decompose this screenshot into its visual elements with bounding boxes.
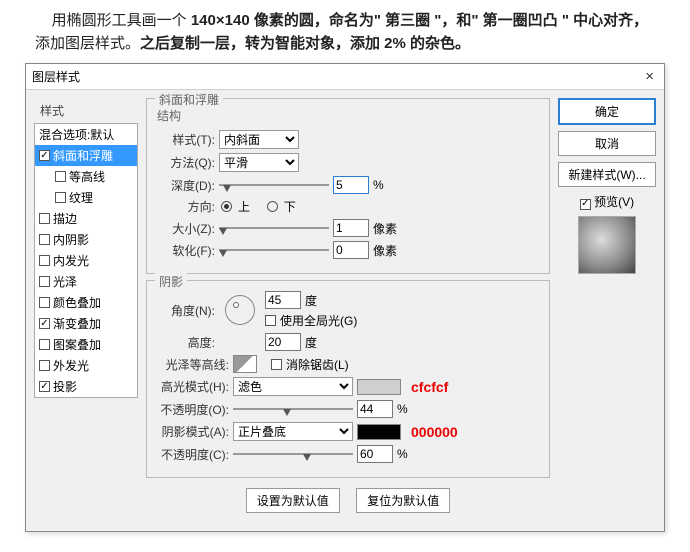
bevel-group: 斜面和浮雕 结构 样式(T):内斜面 方法(Q):平滑 深度(D):% 方向:上… (146, 98, 550, 274)
shading-group: 阴影 角度(N): 度 使用全局光(G) 高度:度 光泽等高线:消除锯齿(L) … (146, 280, 550, 478)
depth-label: 深度(D): (157, 177, 215, 194)
inner-glow[interactable]: 内发光 (35, 250, 137, 271)
gradient-overlay-checkbox[interactable] (39, 318, 50, 329)
dir-up-radio[interactable] (221, 201, 232, 212)
antialias-checkbox[interactable] (271, 359, 282, 370)
angle-dial[interactable] (225, 295, 255, 325)
direction-label: 方向: (157, 198, 215, 215)
structure-label: 结构 (157, 107, 539, 124)
soften-slider[interactable] (219, 244, 329, 256)
dir-down-radio[interactable] (267, 201, 278, 212)
highlight-opacity-slider[interactable] (233, 403, 353, 415)
shadow-color-swatch[interactable] (357, 424, 401, 440)
bevel-group-title: 斜面和浮雕 (155, 91, 223, 108)
shadow-mode-label: 阴影模式(A): (157, 423, 229, 440)
highlight-opacity-label: 不透明度(O): (157, 401, 229, 418)
stroke[interactable]: 描边 (35, 208, 137, 229)
angle-label: 角度(N): (157, 302, 215, 319)
gloss-contour-picker[interactable] (233, 355, 257, 373)
inner-shadow[interactable]: 内阴影 (35, 229, 137, 250)
reset-default-button[interactable]: 复位为默认值 (356, 488, 450, 513)
bevel-checkbox[interactable] (39, 150, 50, 161)
shadow-opacity-slider[interactable] (233, 448, 353, 460)
drop-shadow[interactable]: 投影 (35, 376, 137, 397)
altitude-label: 高度: (157, 334, 215, 351)
highlight-color-swatch[interactable] (357, 379, 401, 395)
shadow-opacity-input[interactable] (357, 445, 393, 463)
soften-input[interactable] (333, 241, 369, 259)
ok-button[interactable]: 确定 (558, 98, 656, 125)
instr-b2: 之后复制一层，转为智能对象，添加 2% 的杂色。 (140, 35, 470, 52)
preview-thumbnail (578, 216, 636, 274)
inner-glow-checkbox[interactable] (39, 255, 50, 266)
satin-checkbox[interactable] (39, 276, 50, 287)
instr-b1: 140×140 像素的圆，命名为" 第三圈 "，和" 第一圈凹凸 " 中心对齐， (191, 12, 648, 29)
contour-checkbox[interactable] (55, 171, 66, 182)
shadow-mode-select[interactable]: 正片叠底 (233, 422, 353, 441)
bevel-emboss[interactable]: 斜面和浮雕 (35, 145, 137, 166)
size-slider[interactable] (219, 222, 329, 234)
dialog-title: 图层样式 (32, 68, 641, 85)
instr-t2: 添加图层样式。 (35, 35, 140, 52)
highlight-mode-select[interactable]: 滤色 (233, 377, 353, 396)
highlight-annot: cfcfcf (411, 379, 448, 395)
make-default-button[interactable]: 设置为默认值 (246, 488, 340, 513)
blend-options[interactable]: 混合选项:默认 (35, 124, 137, 145)
size-label: 大小(Z): (157, 220, 215, 237)
outer-glow[interactable]: 外发光 (35, 355, 137, 376)
inner-shadow-checkbox[interactable] (39, 234, 50, 245)
preview-checkbox[interactable] (580, 199, 591, 210)
global-light-checkbox[interactable] (265, 315, 276, 326)
shadow-annot: 000000 (411, 424, 458, 440)
titlebar[interactable]: 图层样式 × (26, 64, 664, 90)
texture-checkbox[interactable] (55, 192, 66, 203)
highlight-mode-label: 高光模式(H): (157, 378, 229, 395)
drop-shadow-checkbox[interactable] (39, 381, 50, 392)
pattern-overlay-checkbox[interactable] (39, 339, 50, 350)
pattern-overlay[interactable]: 图案叠加 (35, 334, 137, 355)
gloss-contour-label: 光泽等高线: (157, 356, 229, 373)
depth-slider[interactable] (219, 179, 329, 191)
cancel-button[interactable]: 取消 (558, 131, 656, 156)
satin[interactable]: 光泽 (35, 271, 137, 292)
outer-glow-checkbox[interactable] (39, 360, 50, 371)
color-overlay[interactable]: 颜色叠加 (35, 292, 137, 313)
highlight-opacity-input[interactable] (357, 400, 393, 418)
styles-header: 样式 (34, 98, 138, 123)
altitude-input[interactable] (265, 333, 301, 351)
technique-label: 方法(Q): (157, 154, 215, 171)
color-overlay-checkbox[interactable] (39, 297, 50, 308)
size-input[interactable] (333, 219, 369, 237)
angle-input[interactable] (265, 291, 301, 309)
shadow-opacity-label: 不透明度(C): (157, 446, 229, 463)
stroke-checkbox[interactable] (39, 213, 50, 224)
depth-input[interactable] (333, 176, 369, 194)
style-select[interactable]: 内斜面 (219, 130, 299, 149)
contour[interactable]: 等高线 (35, 166, 137, 187)
close-icon[interactable]: × (641, 68, 658, 85)
texture[interactable]: 纹理 (35, 187, 137, 208)
gradient-overlay[interactable]: 渐变叠加 (35, 313, 137, 334)
soften-label: 软化(F): (157, 242, 215, 259)
style-list: 混合选项:默认 斜面和浮雕 等高线 纹理 描边 内阴影 内发光 光泽 颜色叠加 … (34, 123, 138, 398)
layer-style-dialog: 图层样式 × 样式 混合选项:默认 斜面和浮雕 等高线 纹理 描边 内阴影 内发… (25, 63, 665, 532)
new-style-button[interactable]: 新建样式(W)... (558, 162, 656, 187)
shading-title: 阴影 (155, 273, 187, 290)
instr-t1: 用椭圆形工具画一个 (52, 12, 191, 29)
preview-label: 预览(V) (594, 195, 634, 209)
style-label: 样式(T): (157, 131, 215, 148)
technique-select[interactable]: 平滑 (219, 153, 299, 172)
